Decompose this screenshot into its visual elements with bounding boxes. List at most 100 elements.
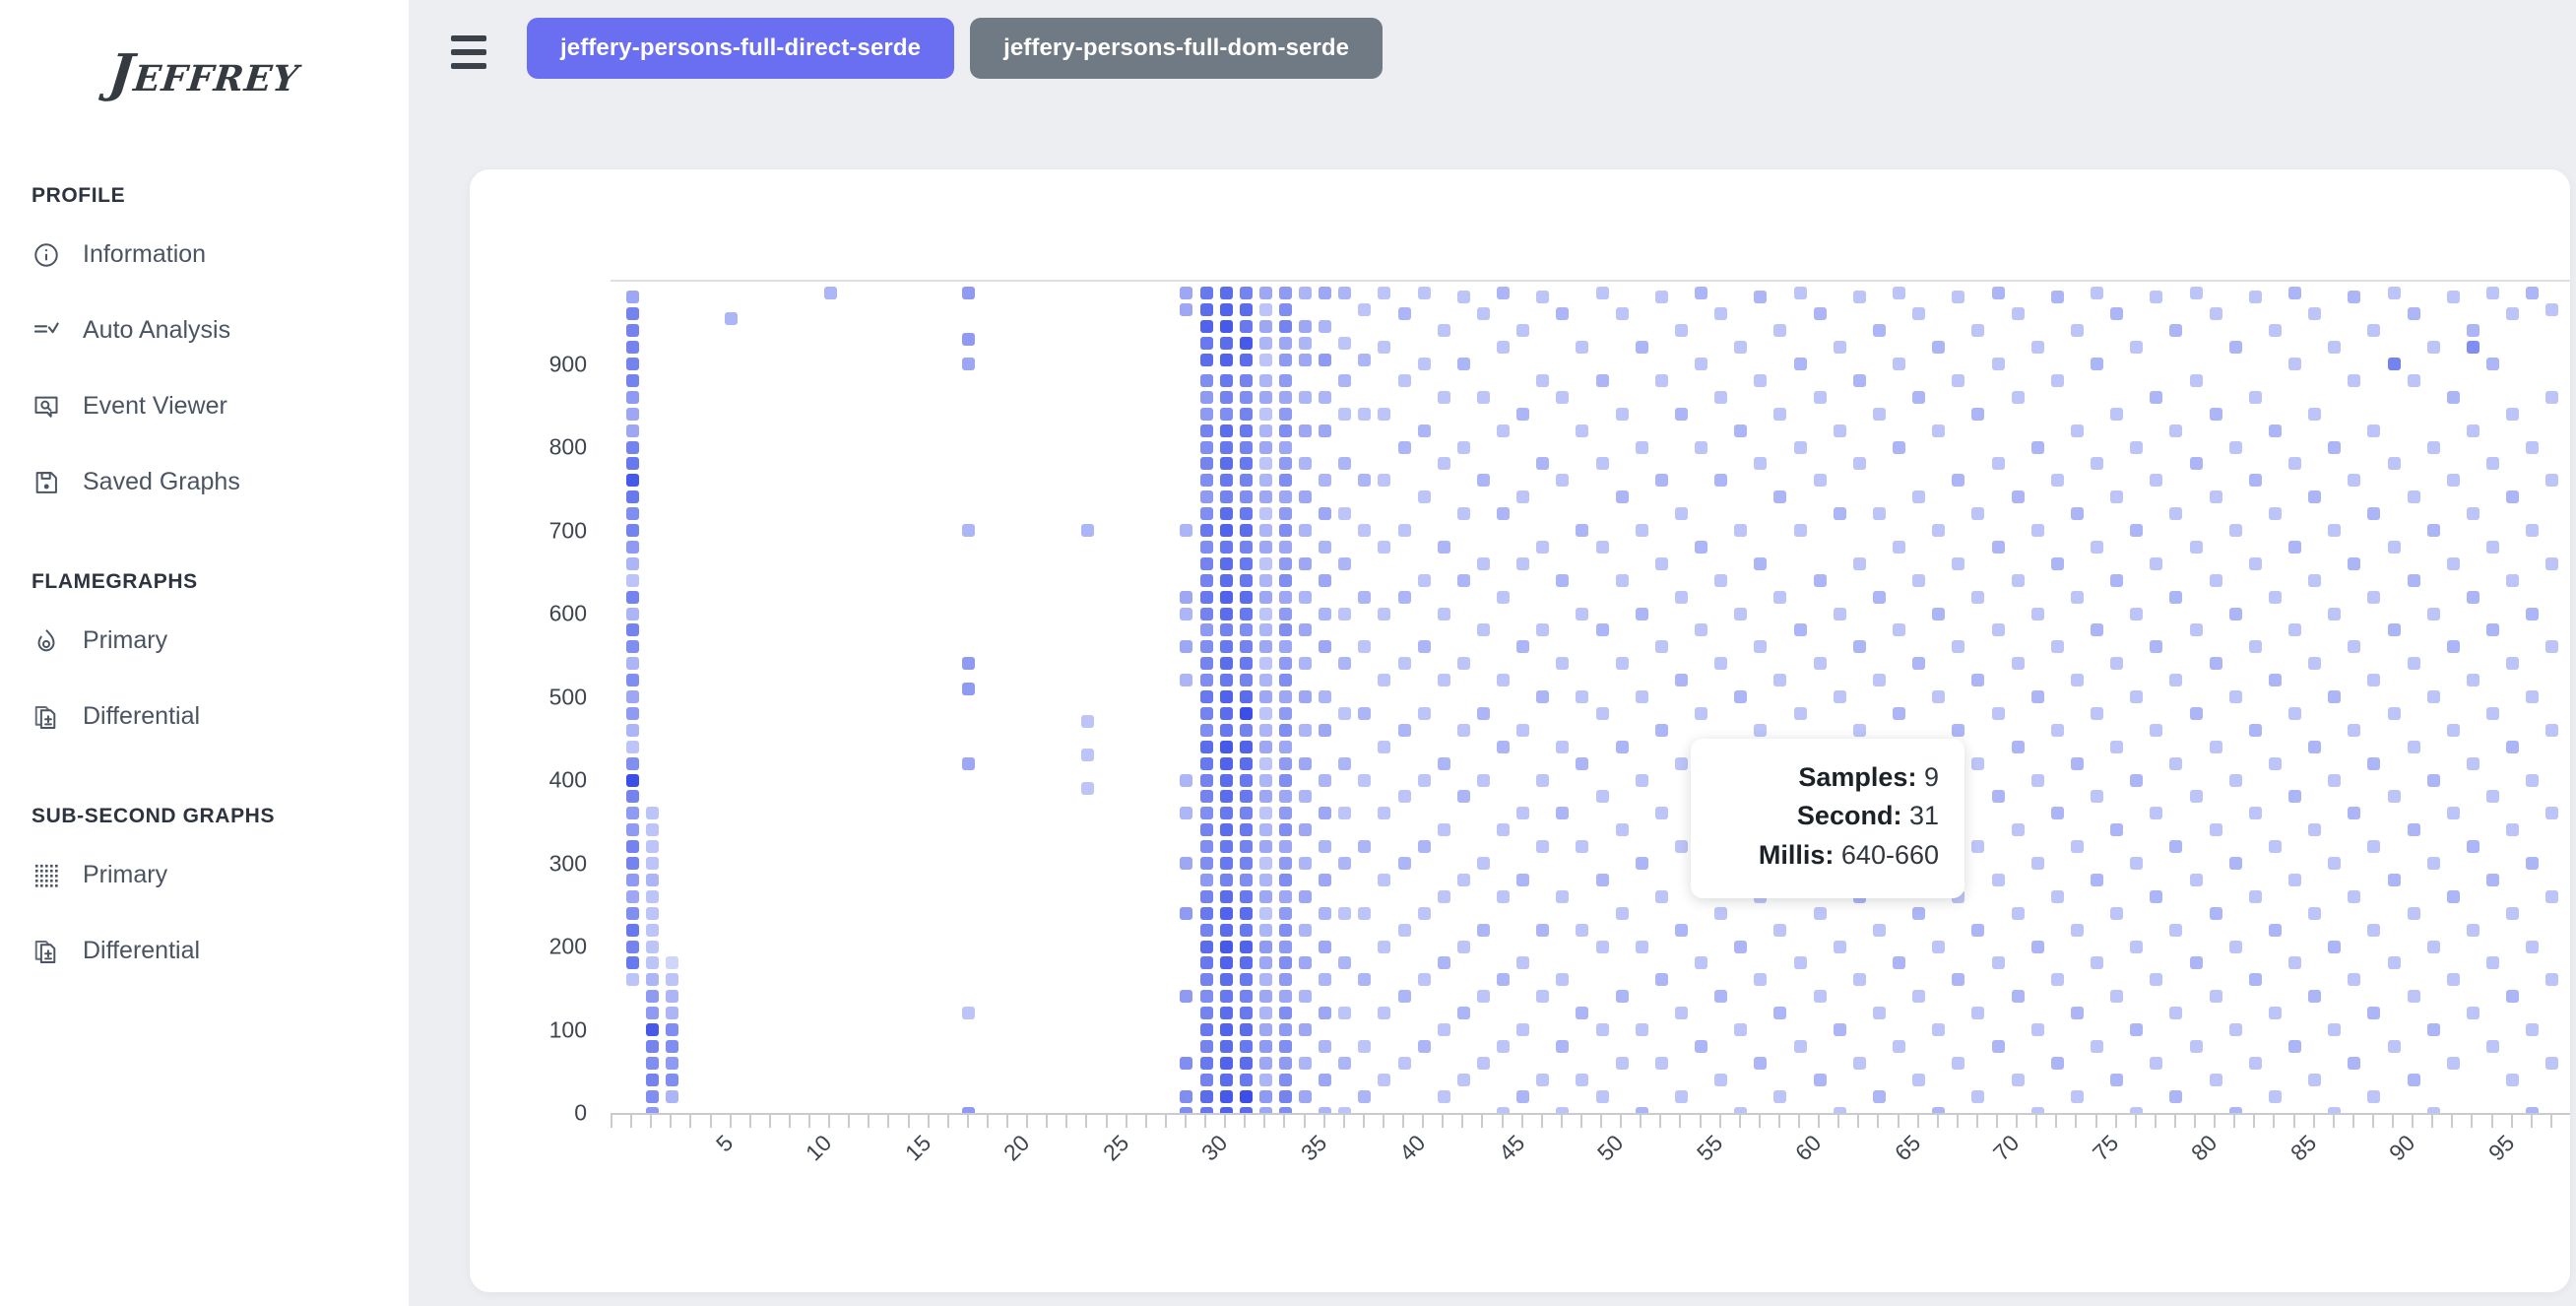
heatmap-cell[interactable] bbox=[1476, 773, 1490, 787]
heatmap-cell[interactable] bbox=[625, 607, 639, 620]
heatmap-cell[interactable] bbox=[1319, 840, 1332, 854]
heatmap-cell[interactable] bbox=[1635, 440, 1648, 454]
heatmap-cell[interactable] bbox=[2070, 1007, 2084, 1020]
heatmap-cell[interactable] bbox=[1754, 457, 1768, 471]
heatmap-cell[interactable] bbox=[1971, 1089, 1985, 1103]
heatmap-cell[interactable] bbox=[1219, 873, 1233, 886]
heatmap-cell[interactable] bbox=[1536, 923, 1550, 937]
heatmap-cell[interactable] bbox=[1239, 956, 1253, 970]
heatmap-cell[interactable] bbox=[1219, 1023, 1233, 1036]
heatmap-cell[interactable] bbox=[1516, 873, 1530, 886]
heatmap-cell[interactable] bbox=[2209, 1073, 2222, 1086]
heatmap-cell[interactable] bbox=[1338, 507, 1352, 521]
heatmap-cell[interactable] bbox=[1299, 287, 1313, 300]
heatmap-cell[interactable] bbox=[1793, 623, 1807, 637]
heatmap-cell[interactable] bbox=[645, 940, 659, 953]
heatmap-cell[interactable] bbox=[2110, 657, 2124, 671]
heatmap-cell[interactable] bbox=[2526, 440, 2540, 454]
heatmap-cell[interactable] bbox=[1497, 507, 1511, 521]
heatmap-cell[interactable] bbox=[625, 640, 639, 654]
heatmap-cell[interactable] bbox=[1239, 524, 1253, 537]
heatmap-cell[interactable] bbox=[2506, 823, 2520, 837]
heatmap-cell[interactable] bbox=[1219, 474, 1233, 488]
heatmap-cell[interactable] bbox=[2288, 706, 2302, 720]
heatmap-cell[interactable] bbox=[1199, 790, 1213, 804]
heatmap-cell[interactable] bbox=[1397, 590, 1411, 604]
heatmap-cell[interactable] bbox=[1417, 906, 1431, 920]
heatmap-cell[interactable] bbox=[1239, 540, 1253, 554]
heatmap-cell[interactable] bbox=[1952, 474, 1965, 488]
heatmap-cell[interactable] bbox=[625, 956, 639, 970]
heatmap-cell[interactable] bbox=[645, 1056, 659, 1070]
heatmap-cell[interactable] bbox=[2228, 607, 2242, 620]
heatmap-cell[interactable] bbox=[1278, 1056, 1292, 1070]
heatmap-cell[interactable] bbox=[1397, 657, 1411, 671]
heatmap-cell[interactable] bbox=[2328, 1023, 2342, 1036]
heatmap-cell[interactable] bbox=[2506, 407, 2520, 421]
heatmap-cell[interactable] bbox=[1417, 840, 1431, 854]
heatmap-cell[interactable] bbox=[1258, 524, 1272, 537]
heatmap-cell[interactable] bbox=[1278, 1073, 1292, 1086]
heatmap-cell[interactable] bbox=[1199, 407, 1213, 421]
heatmap-cell[interactable] bbox=[2130, 857, 2144, 870]
heatmap-cell[interactable] bbox=[1674, 590, 1688, 604]
heatmap-cell[interactable] bbox=[1219, 657, 1233, 671]
heatmap-cell[interactable] bbox=[2446, 889, 2460, 903]
heatmap-cell[interactable] bbox=[1258, 457, 1272, 471]
heatmap-cell[interactable] bbox=[1258, 640, 1272, 654]
heatmap-cell[interactable] bbox=[1199, 424, 1213, 437]
heatmap-cell[interactable] bbox=[2367, 756, 2381, 770]
heatmap-cell[interactable] bbox=[1219, 390, 1233, 404]
heatmap-cell[interactable] bbox=[625, 923, 639, 937]
heatmap-cell[interactable] bbox=[962, 287, 976, 300]
heatmap-cell[interactable] bbox=[1952, 640, 1965, 654]
profile-tab-1[interactable]: jeffery-persons-full-direct-serde bbox=[527, 18, 955, 79]
heatmap-cell[interactable] bbox=[1258, 287, 1272, 300]
heatmap-cell[interactable] bbox=[2288, 1039, 2302, 1053]
heatmap-cell[interactable] bbox=[2426, 440, 2440, 454]
heatmap-cell[interactable] bbox=[2189, 706, 2203, 720]
heatmap-cell[interactable] bbox=[1258, 590, 1272, 604]
heatmap-cell[interactable] bbox=[1239, 353, 1253, 366]
heatmap-cell[interactable] bbox=[2426, 1023, 2440, 1036]
heatmap-cell[interactable] bbox=[1872, 324, 1886, 338]
heatmap-cell[interactable] bbox=[2110, 573, 2124, 587]
heatmap-cell[interactable] bbox=[1754, 556, 1768, 570]
heatmap-cell[interactable] bbox=[1615, 906, 1629, 920]
heatmap-cell[interactable] bbox=[1258, 540, 1272, 554]
heatmap-cell[interactable] bbox=[1635, 940, 1648, 953]
heatmap-cell[interactable] bbox=[2288, 873, 2302, 886]
heatmap-cell[interactable] bbox=[1437, 1089, 1450, 1103]
heatmap-cell[interactable] bbox=[2308, 906, 2322, 920]
heatmap-cell[interactable] bbox=[1278, 373, 1292, 387]
heatmap-cell[interactable] bbox=[1278, 1089, 1292, 1103]
heatmap-cell[interactable] bbox=[2387, 540, 2401, 554]
heatmap-cell[interactable] bbox=[1358, 474, 1372, 488]
heatmap-cell[interactable] bbox=[2011, 906, 2025, 920]
heatmap-cell[interactable] bbox=[1635, 1023, 1648, 1036]
heatmap-cell[interactable] bbox=[2348, 807, 2361, 820]
heatmap-cell[interactable] bbox=[1635, 607, 1648, 620]
heatmap-cell[interactable] bbox=[1773, 923, 1787, 937]
heatmap-cell[interactable] bbox=[625, 291, 639, 304]
heatmap-cell[interactable] bbox=[1199, 287, 1213, 300]
heatmap-cell[interactable] bbox=[2387, 457, 2401, 471]
heatmap-cell[interactable] bbox=[2110, 490, 2124, 504]
heatmap-cell[interactable] bbox=[1378, 740, 1391, 753]
heatmap-cell[interactable] bbox=[1219, 524, 1233, 537]
heatmap-cell[interactable] bbox=[2426, 940, 2440, 953]
heatmap-cell[interactable] bbox=[1358, 773, 1372, 787]
heatmap-cell[interactable] bbox=[2091, 358, 2104, 370]
heatmap-cell[interactable] bbox=[665, 1056, 678, 1070]
heatmap-cell[interactable] bbox=[1199, 507, 1213, 521]
heatmap-cell[interactable] bbox=[2387, 790, 2401, 804]
heatmap-cell[interactable] bbox=[645, 923, 659, 937]
heatmap-cell[interactable] bbox=[1615, 407, 1629, 421]
heatmap-cell[interactable] bbox=[1219, 607, 1233, 620]
heatmap-cell[interactable] bbox=[1793, 287, 1807, 300]
heatmap-cell[interactable] bbox=[1239, 790, 1253, 804]
heatmap-cell[interactable] bbox=[2268, 424, 2282, 437]
heatmap-cell[interactable] bbox=[1971, 507, 1985, 521]
heatmap-cell[interactable] bbox=[962, 756, 976, 770]
heatmap-cell[interactable] bbox=[1635, 773, 1648, 787]
